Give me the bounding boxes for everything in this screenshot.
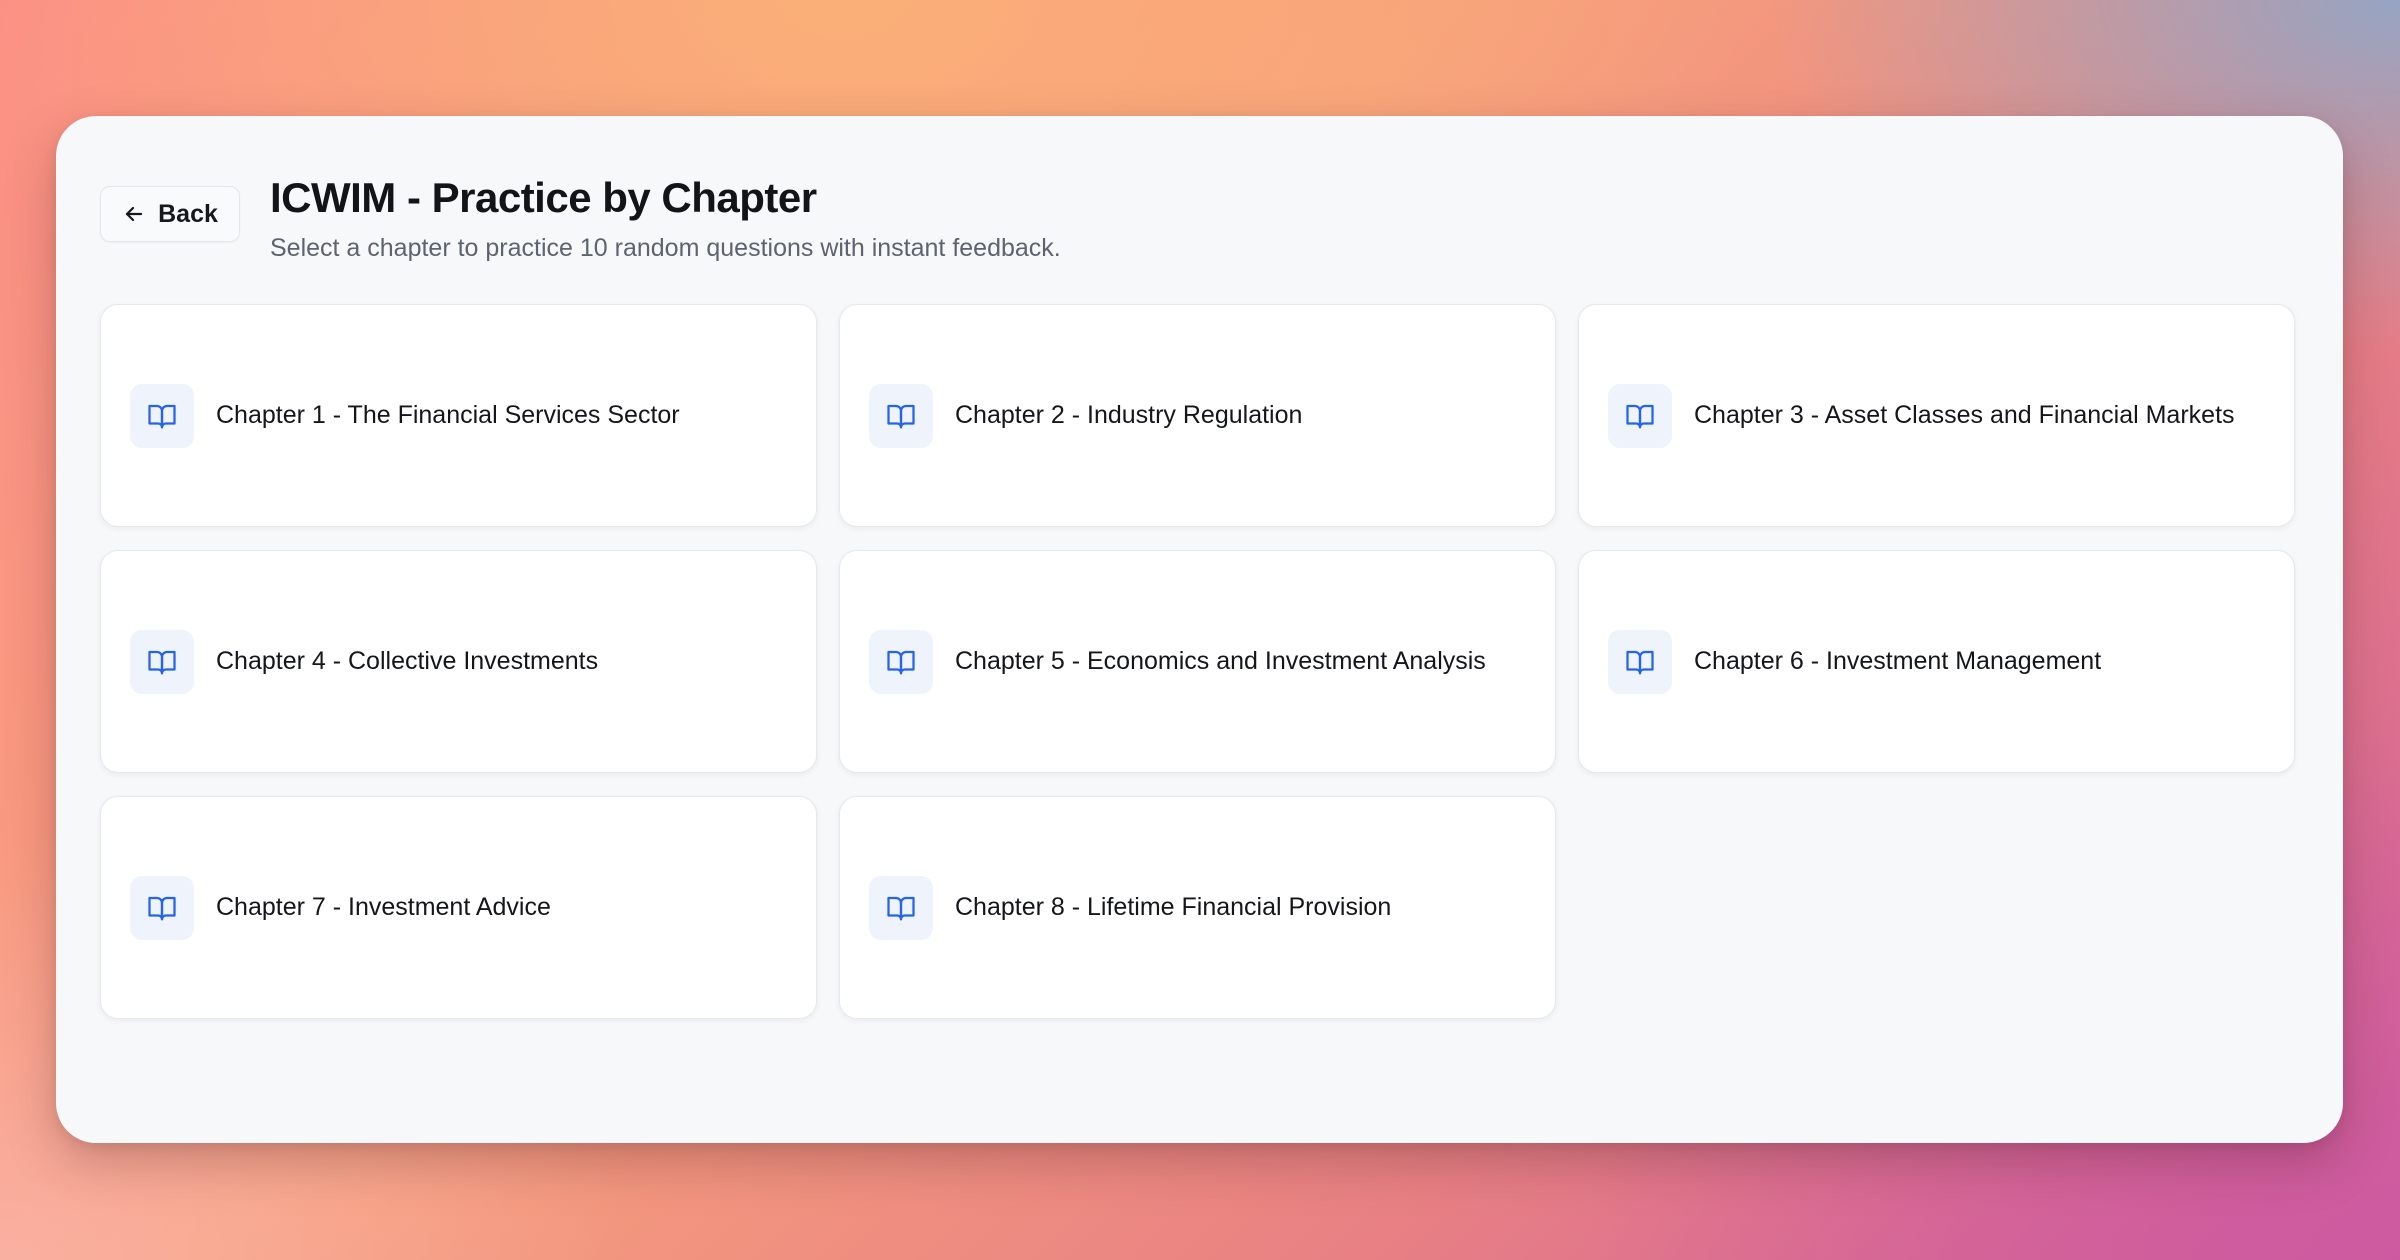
chapter-card-3[interactable]: Chapter 3 - Asset Classes and Financial … (1578, 304, 2295, 527)
open-book-icon (869, 383, 933, 448)
open-book-icon (130, 629, 194, 694)
open-book-icon (1608, 383, 1672, 448)
chapter-label: Chapter 4 - Collective Investments (216, 647, 599, 675)
open-book-icon (869, 875, 933, 940)
page-subtitle: Select a chapter to practice 10 random q… (270, 234, 1061, 262)
page-header: Back ICWIM - Practice by Chapter Select … (100, 172, 2299, 292)
chapter-card-6[interactable]: Chapter 6 - Investment Management (1578, 550, 2295, 773)
chapter-grid: Chapter 1 - The Financial Services Secto… (100, 304, 2296, 1019)
chapter-label: Chapter 5 - Economics and Investment Ana… (955, 647, 1486, 675)
chapter-card-1[interactable]: Chapter 1 - The Financial Services Secto… (100, 304, 817, 527)
title-block: ICWIM - Practice by Chapter Select a cha… (270, 172, 1061, 264)
chapter-label: Chapter 8 - Lifetime Financial Provision (955, 893, 1392, 921)
back-button[interactable]: Back (100, 186, 240, 242)
chapter-label: Chapter 2 - Industry Regulation (955, 401, 1303, 429)
chapter-label: Chapter 1 - The Financial Services Secto… (216, 401, 680, 429)
open-book-icon (130, 875, 194, 940)
chapter-card-8[interactable]: Chapter 8 - Lifetime Financial Provision (839, 796, 1556, 1019)
page-title: ICWIM - Practice by Chapter (270, 174, 817, 221)
open-book-icon (130, 383, 194, 448)
chapter-card-2[interactable]: Chapter 2 - Industry Regulation (839, 304, 1556, 527)
chapter-label: Chapter 6 - Investment Management (1694, 647, 2102, 675)
open-book-icon (1608, 629, 1672, 694)
app-window: Back ICWIM - Practice by Chapter Select … (56, 116, 2343, 1143)
back-button-label: Back (158, 199, 218, 228)
chapter-label: Chapter 3 - Asset Classes and Financial … (1694, 401, 2235, 429)
chapter-label: Chapter 7 - Investment Advice (216, 893, 551, 921)
chapter-card-4[interactable]: Chapter 4 - Collective Investments (100, 550, 817, 773)
open-book-icon (869, 629, 933, 694)
arrow-left-icon (122, 202, 146, 226)
chapter-card-7[interactable]: Chapter 7 - Investment Advice (100, 796, 817, 1019)
chapter-card-5[interactable]: Chapter 5 - Economics and Investment Ana… (839, 550, 1556, 773)
